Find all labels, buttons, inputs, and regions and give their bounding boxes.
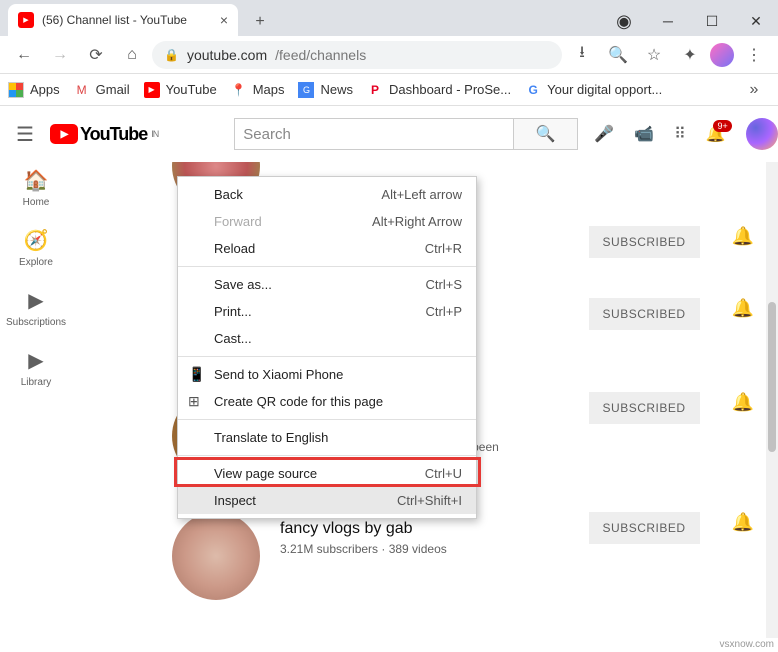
sidebar-explore[interactable]: 🧭Explore: [19, 228, 53, 268]
profile-avatar[interactable]: [710, 43, 734, 67]
address-bar: ← → ⟳ ⌂ 🔒 youtube.com/feed/channels ⭳ 🔍 …: [0, 36, 778, 74]
back-button[interactable]: ←: [8, 39, 40, 71]
lock-icon: 🔒: [164, 48, 179, 62]
bookmark-dashboard[interactable]: PDashboard - ProSe...: [367, 82, 511, 98]
ctx-divider: [178, 266, 476, 267]
youtube-region: IN: [151, 129, 158, 139]
url-path: /feed/channels: [275, 47, 366, 63]
reload-button[interactable]: ⟳: [80, 39, 112, 71]
url-bar[interactable]: 🔒 youtube.com/feed/channels: [152, 41, 562, 69]
bookmark-gmail[interactable]: MGmail: [74, 82, 130, 98]
forward-button[interactable]: →: [44, 39, 76, 71]
bell-icon[interactable]: 🔔: [732, 226, 754, 247]
scrollbar-thumb[interactable]: [768, 302, 776, 452]
bookmarks-bar: Apps MGmail ▶YouTube 📍Maps GNews PDashbo…: [0, 74, 778, 106]
vertical-scrollbar[interactable]: [766, 162, 778, 638]
ctx-divider: [178, 356, 476, 357]
youtube-header: ☰ ▶ YouTube IN Search 🔍 🎤 📹 ⠿ 🔔9+: [0, 106, 778, 162]
ctx-divider: [178, 455, 476, 456]
star-icon[interactable]: ☆: [638, 39, 670, 71]
subscribed-button[interactable]: SUBSCRIBED: [589, 392, 700, 424]
channel-avatar[interactable]: [172, 512, 260, 600]
bookmark-youtube[interactable]: ▶YouTube: [144, 82, 217, 98]
window-controls: ◉ ─ ☐ ✕: [602, 6, 778, 36]
mic-icon[interactable]: 🎤: [594, 124, 614, 144]
home-icon: 🏠: [24, 168, 49, 193]
url-domain: youtube.com: [187, 47, 267, 63]
subscribed-button[interactable]: SUBSCRIBED: [589, 298, 700, 330]
maps-icon: 📍: [231, 82, 247, 98]
home-button[interactable]: ⌂: [116, 39, 148, 71]
apps-icon: [8, 82, 24, 98]
watermark: vsxnow.com: [720, 639, 774, 650]
download-icon[interactable]: ⭳: [566, 39, 598, 71]
browser-titlebar: (56) Channel list - YouTube × + ◉ ─ ☐ ✕: [0, 0, 778, 36]
ctx-reload[interactable]: ReloadCtrl+R: [178, 235, 476, 262]
qr-icon: ⊞: [188, 393, 200, 410]
minimize-button[interactable]: ─: [646, 6, 690, 36]
search-input[interactable]: Search: [234, 118, 514, 150]
user-avatar[interactable]: [746, 118, 778, 150]
gmail-icon: M: [74, 82, 90, 98]
subscribed-button[interactable]: SUBSCRIBED: [589, 226, 700, 258]
sidebar-home[interactable]: 🏠Home: [23, 168, 50, 208]
subscriptions-icon: ▶: [28, 288, 43, 313]
header-icons: 🎤 📹 ⠿ 🔔9+: [594, 118, 777, 150]
ctx-cast[interactable]: Cast...: [178, 325, 476, 352]
maximize-button[interactable]: ☐: [690, 6, 734, 36]
extensions-icon[interactable]: ✦: [674, 39, 706, 71]
channel-subs: 3.21M subscribers · 389 videos: [280, 542, 569, 556]
sidebar-subscriptions[interactable]: ▶Subscriptions: [6, 288, 66, 328]
create-video-icon[interactable]: 📹: [634, 124, 654, 144]
sidebar-library[interactable]: ▶Library: [21, 348, 52, 388]
browser-tab[interactable]: (56) Channel list - YouTube ×: [8, 4, 238, 36]
search-form: Search 🔍: [234, 118, 578, 150]
ctx-inspect[interactable]: InspectCtrl+Shift+I: [178, 487, 476, 514]
bookmark-digital[interactable]: GYour digital opport...: [525, 82, 662, 98]
phone-icon: 📱: [188, 366, 205, 383]
youtube-sidebar: 🏠Home 🧭Explore ▶Subscriptions ▶Library: [0, 162, 72, 388]
bookmark-maps[interactable]: 📍Maps: [231, 82, 285, 98]
bookmark-apps[interactable]: Apps: [8, 82, 60, 98]
tab-title: (56) Channel list - YouTube: [42, 13, 212, 27]
ctx-back[interactable]: BackAlt+Left arrow: [178, 181, 476, 208]
ctx-translate[interactable]: Translate to English: [178, 424, 476, 451]
news-icon: G: [298, 82, 314, 98]
library-icon: ▶: [28, 348, 43, 373]
ctx-send-to-phone[interactable]: 📱Send to Xiaomi Phone: [178, 361, 476, 388]
close-tab-icon[interactable]: ×: [220, 12, 228, 28]
close-window-button[interactable]: ✕: [734, 6, 778, 36]
explore-icon: 🧭: [24, 228, 49, 253]
ctx-forward: ForwardAlt+Right Arrow: [178, 208, 476, 235]
chrome-menu-icon[interactable]: ⋮: [738, 39, 770, 71]
pinterest-icon: P: [367, 82, 383, 98]
search-button[interactable]: 🔍: [514, 118, 578, 150]
notification-badge: 9+: [713, 120, 731, 132]
apps-grid-icon[interactable]: ⠿: [674, 124, 686, 144]
bell-icon[interactable]: 🔔: [732, 512, 754, 533]
zoom-icon[interactable]: 🔍: [602, 39, 634, 71]
google-icon: G: [525, 82, 541, 98]
youtube-logo[interactable]: ▶ YouTube IN: [50, 124, 158, 145]
notifications-icon[interactable]: 🔔9+: [706, 124, 726, 144]
bell-icon[interactable]: 🔔: [732, 298, 754, 319]
new-tab-button[interactable]: +: [246, 8, 274, 36]
ctx-divider: [178, 419, 476, 420]
subscribed-button[interactable]: SUBSCRIBED: [589, 512, 700, 544]
context-menu: BackAlt+Left arrow ForwardAlt+Right Arro…: [177, 176, 477, 519]
browser-profile-badge[interactable]: ◉: [602, 6, 646, 36]
ctx-view-source[interactable]: View page sourceCtrl+U: [178, 460, 476, 487]
youtube-favicon: [18, 12, 34, 28]
channel-info: [280, 162, 766, 170]
ctx-save-as[interactable]: Save as...Ctrl+S: [178, 271, 476, 298]
bookmark-news[interactable]: GNews: [298, 82, 353, 98]
ctx-print[interactable]: Print...Ctrl+P: [178, 298, 476, 325]
channel-name[interactable]: fancy vlogs by gab: [280, 520, 569, 538]
ctx-create-qr[interactable]: ⊞Create QR code for this page: [178, 388, 476, 415]
youtube-play-icon: ▶: [50, 124, 78, 144]
youtube-icon: ▶: [144, 82, 160, 98]
bell-icon[interactable]: 🔔: [732, 392, 754, 413]
hamburger-icon[interactable]: ☰: [16, 122, 34, 147]
bookmarks-overflow-icon[interactable]: »: [738, 74, 770, 106]
